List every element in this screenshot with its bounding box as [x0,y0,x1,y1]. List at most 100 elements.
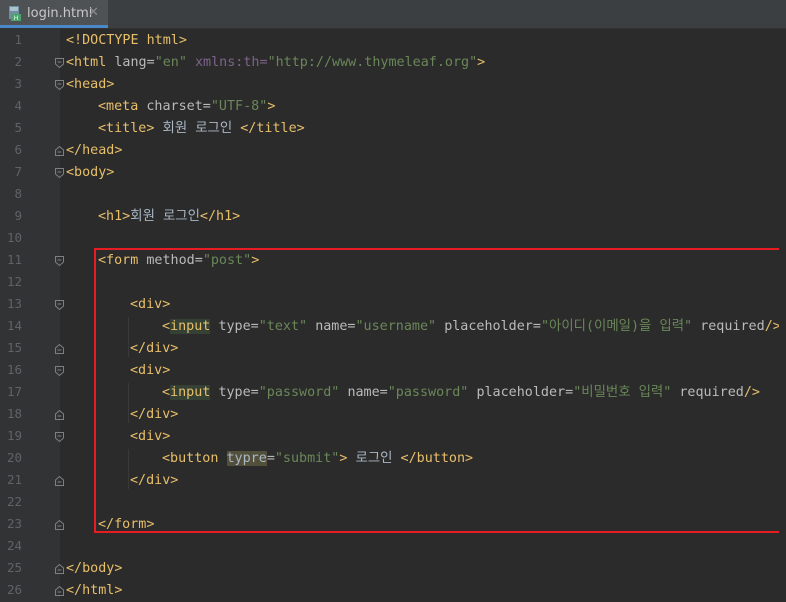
fold-close-icon[interactable] [55,564,64,574]
fold-close-icon[interactable] [55,410,64,420]
code-line[interactable]: </div> [130,340,178,358]
code-token: = [266,451,275,466]
code-token: "text" [258,319,308,334]
vertical-scrollbar[interactable] [779,29,786,602]
fold-open-icon[interactable] [55,300,64,310]
code-token: <title> [98,121,155,136]
fold-close-icon[interactable] [55,520,64,530]
line-number: 19 [6,428,22,443]
indent-guide [128,383,129,423]
line-number: 23 [6,516,22,531]
code-token: "아이디(이메일)을 입력" [540,319,693,334]
line-number: 14 [6,318,22,333]
fold-open-icon[interactable] [55,256,64,266]
code-token: </body> [66,561,123,576]
line-number: 24 [6,538,22,553]
code-line[interactable]: <meta charset="UTF-8"> [98,98,275,116]
line-number: 20 [6,450,22,465]
line-number: 10 [6,230,22,245]
code-line[interactable]: <button typre="submit"> 로그인 </button> [162,450,473,468]
code-token: "password" [258,385,340,400]
code-token: method= [146,253,203,268]
code-line[interactable]: </form> [98,516,154,534]
code-line[interactable]: <h1>회원 로그인</h1> [98,208,240,226]
code-token: input [170,385,211,400]
code-token: /> [743,385,760,400]
line-number: 2 [14,54,22,69]
code-token: < [162,385,171,400]
code-token: </div> [130,407,179,422]
code-line[interactable]: <form method="post"> [98,252,259,270]
code-token: </button> [400,451,474,466]
code-line[interactable]: <div> [130,296,170,314]
fold-open-icon[interactable] [55,58,64,68]
code-token: name= [347,385,388,400]
fold-close-icon[interactable] [55,146,64,156]
code-token: "http://www.thymeleaf.org" [267,55,478,70]
code-token: lang= [114,55,155,70]
code-token: type= [218,319,259,334]
code-line[interactable]: </div> [130,472,178,490]
line-number: 18 [6,406,22,421]
fold-open-icon[interactable] [55,80,64,90]
code-token: <button [162,451,227,466]
code-token: <head> [66,77,115,92]
code-line[interactable]: <head> [66,76,114,94]
code-token: "en" [154,55,187,70]
code-line[interactable]: </div> [130,406,178,424]
line-number: 16 [6,362,22,377]
fold-open-icon[interactable] [55,432,64,442]
code-token: name= [315,319,356,334]
code-token: <div> [130,297,171,312]
code-token: </h1> [199,209,241,224]
code-token: type= [218,385,259,400]
line-number: 15 [6,340,22,355]
fold-close-icon[interactable] [55,476,64,486]
code-token: <meta [98,99,147,114]
fold-open-icon[interactable] [55,366,64,376]
code-line[interactable]: </html> [66,582,122,600]
indent-guide [128,317,129,357]
code-token: "submit" [274,451,340,466]
code-line[interactable]: <div> [130,428,170,446]
code-token: placeholder= [476,385,574,400]
close-tab-icon[interactable]: ✕ [88,5,99,20]
fold-close-icon[interactable] [55,344,64,354]
code-line[interactable]: <input type="text" name="username" place… [162,318,781,336]
code-token: "password" [387,385,469,400]
code-editor[interactable]: 1 2 3 4 5 6 7 8 9 10 11 12 13 14 15 16 17 18 19 20 21 22 23 24 2… [0,29,786,602]
code-line[interactable]: <body> [66,164,114,182]
line-number: 1 [14,32,22,47]
line-number: 3 [14,76,22,91]
code-token: "post" [202,253,252,268]
code-line[interactable]: <html lang="en" xmlns:th="http://www.thy… [66,54,485,72]
fold-close-icon[interactable] [55,586,64,596]
code-token: required [679,385,744,400]
code-token: 로그인 [347,451,401,466]
code-line[interactable]: <!DOCTYPE html> [66,32,187,50]
svg-text:H: H [14,15,19,21]
code-line[interactable]: <input type="password" name="password" p… [162,384,760,402]
code-token: 회원 로그인 [130,209,200,224]
fold-open-icon[interactable] [55,168,64,178]
code-line[interactable]: <title> 회원 로그인 </title> [98,120,305,138]
code-token: <body> [66,165,115,180]
code-line[interactable]: <div> [130,362,170,380]
line-number: 21 [6,472,22,487]
code-token: 회원 로그인 [154,121,241,136]
tab-login-html[interactable]: H login.html ✕ [0,0,108,28]
line-number: 4 [14,98,22,113]
line-number: 26 [6,582,22,597]
code-line[interactable]: </head> [66,142,122,160]
html-file-icon: H [9,6,21,21]
code-line[interactable]: </body> [66,560,122,578]
code-token: > [267,99,276,114]
code-token: "username" [355,319,437,334]
line-number: 11 [6,252,22,267]
line-number: 9 [14,208,22,223]
line-number: 6 [14,142,22,157]
